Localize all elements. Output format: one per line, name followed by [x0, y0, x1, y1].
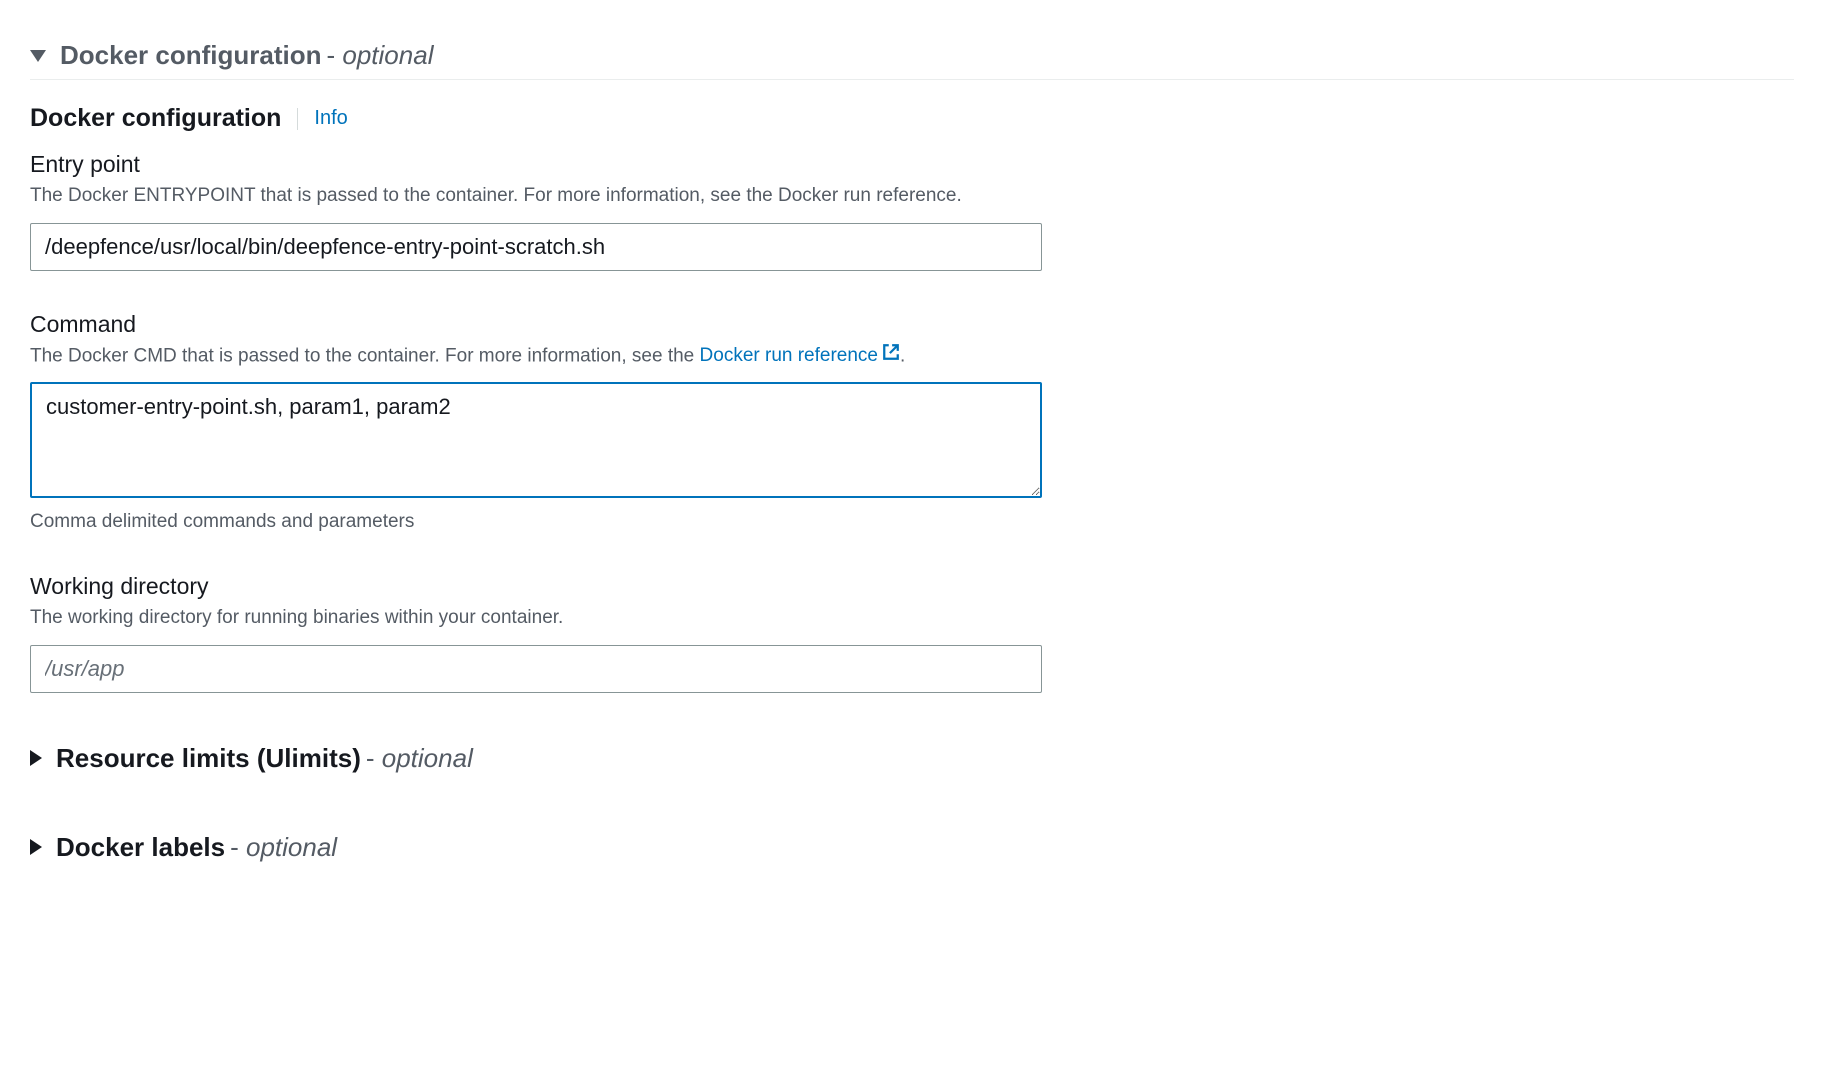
section-header-resource-limits[interactable]: Resource limits (Ulimits) - optional: [30, 743, 1794, 782]
section-title-text: Resource limits (Ulimits) - optional: [56, 743, 473, 774]
command-desc-suffix: .: [900, 345, 905, 366]
caret-down-icon: [30, 50, 46, 62]
field-desc-command: The Docker CMD that is passed to the con…: [30, 342, 1794, 371]
docker-run-reference-link[interactable]: Docker run reference: [700, 345, 900, 366]
field-label-entry-point: Entry point: [30, 151, 1794, 178]
command-textarea[interactable]: [30, 382, 1042, 498]
subsection-title-row: Docker configuration Info: [30, 104, 1794, 133]
optional-label: optional: [246, 832, 337, 862]
field-label-working-dir: Working directory: [30, 573, 1794, 600]
field-working-directory: Working directory The working directory …: [30, 573, 1794, 693]
section-title-text: Docker labels - optional: [56, 832, 337, 863]
entry-point-input[interactable]: [30, 223, 1042, 271]
command-helper: Comma delimited commands and parameters: [30, 511, 1794, 533]
section-header-docker-config[interactable]: Docker configuration - optional: [30, 40, 1794, 80]
optional-label: optional: [382, 743, 473, 773]
section-title-text: Docker configuration - optional: [60, 40, 433, 71]
field-command: Command The Docker CMD that is passed to…: [30, 311, 1794, 534]
field-desc-working-dir: The working directory for running binari…: [30, 604, 1794, 633]
info-link[interactable]: Info: [314, 107, 347, 130]
external-link-icon: [882, 342, 900, 371]
section-title-label: Docker labels: [56, 832, 225, 862]
section-header-docker-labels[interactable]: Docker labels - optional: [30, 832, 1794, 871]
optional-label: optional: [342, 40, 433, 70]
section-title-label: Docker configuration: [60, 40, 321, 70]
field-label-command: Command: [30, 311, 1794, 338]
section-title-label: Resource limits (Ulimits): [56, 743, 361, 773]
caret-right-icon: [30, 839, 42, 855]
field-desc-entry-point: The Docker ENTRYPOINT that is passed to …: [30, 182, 1794, 211]
working-directory-input[interactable]: [30, 645, 1042, 693]
caret-right-icon: [30, 750, 42, 766]
divider: [297, 108, 298, 130]
command-desc-prefix: The Docker CMD that is passed to the con…: [30, 345, 700, 366]
subsection-title: Docker configuration: [30, 104, 281, 133]
field-entry-point: Entry point The Docker ENTRYPOINT that i…: [30, 151, 1794, 271]
